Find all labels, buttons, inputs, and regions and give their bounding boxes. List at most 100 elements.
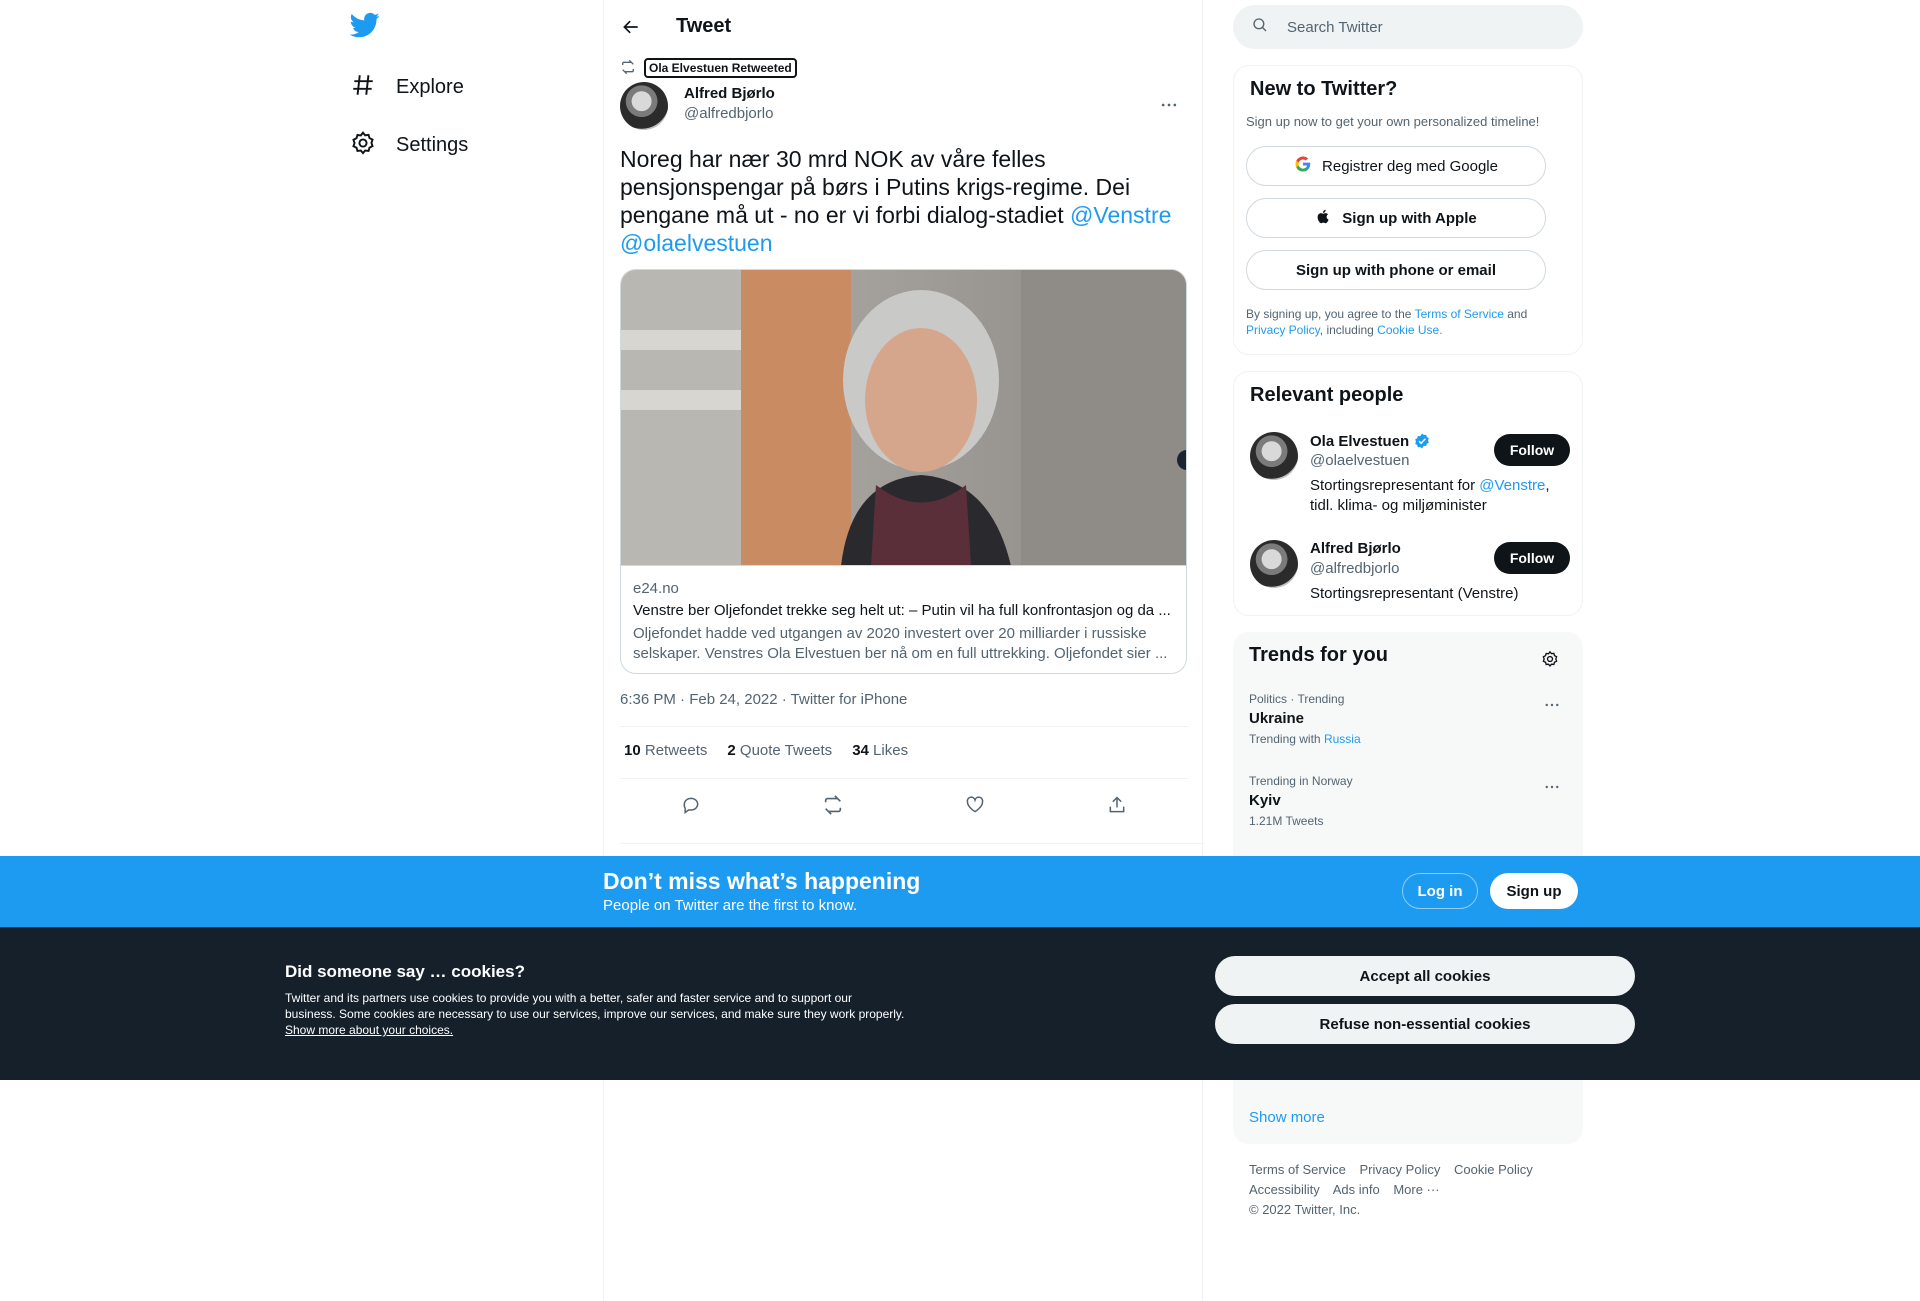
trend-meta-text: Trending with [1249,732,1324,746]
retweets-count: 10 [624,742,641,759]
link-card[interactable]: e24.no Venstre ber Oljefondet trekke seg… [620,269,1187,674]
trend-item[interactable]: Politics · Trending Ukraine Trending wit… [1249,692,1569,746]
likes-label: Likes [873,742,909,759]
person-bio: Stortingsrepresentant (Venstre) [1310,585,1519,602]
apple-icon [1315,208,1332,229]
card-meta: e24.no Venstre ber Oljefondet trekke seg… [633,580,1178,664]
follow-button[interactable]: Follow [1494,542,1570,574]
verified-badge-icon [1413,432,1431,450]
cookie-heading: Did someone say … cookies? [285,962,525,981]
signup-terms: By signing up, you agree to the Terms of… [1246,306,1566,338]
like-heart-icon[interactable] [958,788,992,822]
likes-count: 34 [852,742,869,759]
more-options-icon[interactable] [1154,90,1184,120]
retweets-label: Retweets [644,742,708,759]
phone-email-signup-button[interactable]: Sign up with phone or email [1246,250,1546,290]
trend-context: Politics · Trending [1249,692,1345,706]
cookie-body-text: Twitter and its partners use cookies to … [285,991,905,1021]
retweets-stat[interactable]: 10 Retweets [624,742,707,759]
nav-item-settings[interactable]: Settings [350,123,468,167]
quotes-count: 2 [727,742,736,759]
apple-signup-button[interactable]: Sign up with Apple [1246,198,1546,238]
card-title: Venstre ber Oljefondet trekke seg helt u… [633,602,1171,619]
person-name-text: Alfred Bjørlo [1310,540,1401,557]
avatar[interactable] [1250,540,1298,588]
person-name[interactable]: Ola Elvestuen [1310,432,1431,450]
footer-link[interactable]: Ads info [1333,1182,1380,1197]
reply-icon[interactable] [674,788,708,822]
more-options-icon[interactable] [1539,774,1565,800]
tweet-stats: 10 Retweets 2 Quote Tweets 34 Likes [624,742,928,759]
likes-stat[interactable]: 34 Likes [852,742,908,759]
footer-link[interactable]: Privacy Policy [1359,1162,1440,1177]
privacy-policy-link[interactable]: Privacy Policy [1246,323,1320,337]
retweet-icon[interactable] [816,788,850,822]
person-handle[interactable]: @olaelvestuen [1310,452,1409,469]
cookie-choices-link[interactable]: Show more about your choices. [285,1023,453,1037]
search-input[interactable] [1287,18,1547,36]
person-name[interactable]: Alfred Bjørlo [1310,540,1401,557]
apple-signup-label: Sign up with Apple [1342,209,1477,227]
tweet-timestamp[interactable]: 6:36 PM · Feb 24, 2022 · Twitter for iPh… [620,691,907,708]
accept-all-cookies-button[interactable]: Accept all cookies [1215,956,1635,996]
show-more-link[interactable]: Show more [1249,1109,1325,1126]
retweeted-by-link[interactable]: Ola Elvestuen Retweeted [644,58,797,78]
relevant-people-panel: Relevant people Ola Elvestuen @olaelvest… [1233,371,1583,616]
footer-link[interactable]: Cookie Policy [1454,1162,1533,1177]
footer-links: Terms of Service Privacy Policy Cookie P… [1249,1160,1569,1220]
signup-button[interactable]: Sign up [1490,873,1578,909]
avatar[interactable] [1250,432,1298,480]
card-domain: e24.no [633,580,679,597]
terms-text: , including [1319,323,1378,337]
divider [620,843,1204,844]
footer-link[interactable]: Terms of Service [1249,1162,1346,1177]
quote-tweets-stat[interactable]: 2 Quote Tweets [727,742,832,759]
mention-link[interactable]: @Venstre [1070,202,1171,228]
follow-button[interactable]: Follow [1494,434,1570,466]
twitter-bird-icon[interactable] [349,10,384,44]
bio-text: Stortingsrepresentant for [1310,477,1480,494]
trend-item[interactable]: Trending in Norway Kyiv 1.21M Tweets [1249,774,1569,828]
refuse-cookies-button[interactable]: Refuse non-essential cookies [1215,1004,1635,1044]
panel-title: Trends for you [1249,644,1388,666]
avatar[interactable] [620,82,668,130]
terms-text: By signing up, you agree to the [1246,307,1415,321]
cookie-body: Twitter and its partners use cookies to … [285,990,905,1038]
more-options-icon[interactable] [1539,692,1565,718]
nav-item-label: Settings [396,133,469,156]
back-arrow-icon[interactable] [614,10,648,44]
author-name[interactable]: Alfred Bjørlo [684,85,775,102]
new-to-twitter-panel: New to Twitter? Sign up now to get your … [1233,65,1583,355]
gear-icon[interactable] [1537,646,1563,672]
trend-context: Trending in Norway [1249,774,1353,788]
signup-banner: Don’t miss what’s happening People on Tw… [0,856,1920,927]
nav-item-explore[interactable]: Explore [350,65,464,109]
phone-email-signup-label: Sign up with phone or email [1295,261,1496,279]
banner-heading: Don’t miss what’s happening [603,868,921,894]
gear-icon [350,130,376,161]
login-button[interactable]: Log in [1402,873,1478,909]
trend-meta: 1.21M Tweets [1249,814,1324,828]
tweet-actions [620,788,1188,822]
main-column: Tweet Ola Elvestuen Retweeted Alfred Bjø… [603,0,1204,1301]
trend-related-link[interactable]: Russia [1324,732,1361,746]
trend-meta: Trending with Russia [1249,732,1569,746]
mention-link[interactable]: @Venstre [1479,477,1545,494]
google-signup-button[interactable]: Registrer deg med Google [1246,146,1546,186]
hashtag-icon [350,72,376,103]
cookie-use-link[interactable]: Cookie Use. [1377,323,1442,337]
search-icon [1233,16,1269,39]
tweet-author: Alfred Bjørlo @alfredbjorlo [620,82,1188,132]
search-bar[interactable] [1233,5,1583,49]
share-icon[interactable] [1100,788,1134,822]
person-handle[interactable]: @alfredbjorlo [1310,560,1399,577]
tweet-text: Noreg har nær 30 mrd NOK av våre felles … [620,145,1190,257]
mention-link[interactable]: @olaelvestuen [620,230,773,256]
footer-link[interactable]: More ··· [1393,1182,1439,1197]
author-handle[interactable]: @alfredbjorlo [684,105,773,122]
google-signup-label: Registrer deg med Google [1322,157,1498,175]
terms-of-service-link[interactable]: Terms of Service [1415,307,1504,321]
retweet-context: Ola Elvestuen Retweeted [620,58,797,78]
footer-link[interactable]: Accessibility [1249,1182,1320,1197]
quotes-label: Quote Tweets [739,742,833,759]
